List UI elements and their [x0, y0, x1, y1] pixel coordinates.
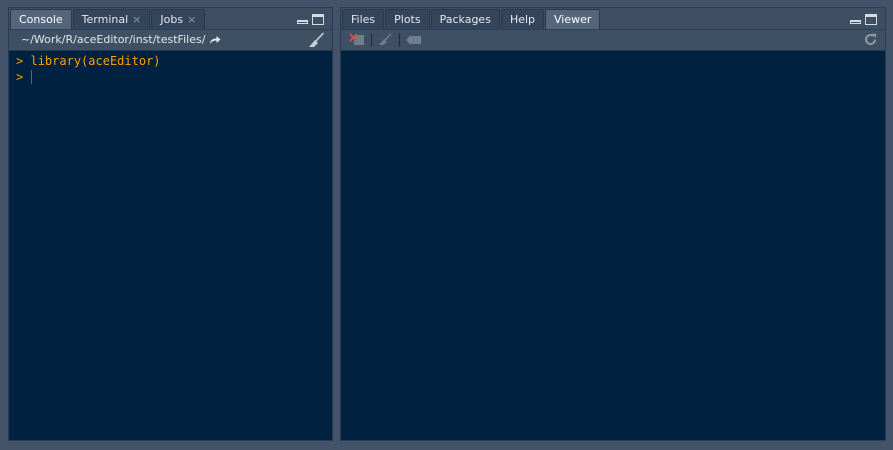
close-icon[interactable]: ×: [132, 13, 141, 26]
tab-label: Packages: [439, 13, 491, 26]
console-pane: Console Terminal × Jobs × ~/Work/R/aceEdit…: [8, 7, 333, 441]
tab-label: Jobs: [160, 13, 184, 26]
tab-label: Console: [19, 13, 63, 26]
tab-plots[interactable]: Plots: [385, 9, 430, 29]
tab-label: Terminal: [81, 13, 129, 26]
tab-help[interactable]: Help: [500, 9, 545, 29]
console-path-bar: ~/Work/R/aceEditor/inst/testFiles/: [9, 30, 332, 51]
go-to-directory-icon[interactable]: [209, 35, 221, 45]
tab-label: Plots: [394, 13, 421, 26]
clear-viewer-icon[interactable]: [377, 33, 393, 46]
export-icon[interactable]: [405, 33, 423, 46]
maximize-icon[interactable]: [312, 14, 324, 25]
working-directory-path: ~/Work/R/aceEditor/inst/testFiles/: [21, 33, 206, 46]
console-prompt: >: [16, 70, 24, 84]
tab-terminal[interactable]: Terminal ×: [72, 9, 151, 29]
console-pane-tabbar: Console Terminal × Jobs ×: [9, 8, 332, 30]
toolbar-separator: [371, 33, 372, 47]
tab-console[interactable]: Console: [10, 9, 72, 29]
tab-files[interactable]: Files: [342, 9, 385, 29]
viewer-pane-tabbar: Files Plots Packages Help Viewer: [341, 8, 885, 30]
tab-jobs[interactable]: Jobs ×: [151, 9, 206, 29]
tab-packages[interactable]: Packages: [430, 9, 500, 29]
viewer-toolbar: [341, 30, 885, 51]
toolbar-separator: [399, 33, 400, 47]
console-command: library(aceEditor): [30, 54, 161, 68]
clear-console-icon[interactable]: [308, 32, 325, 48]
tab-viewer[interactable]: Viewer: [545, 9, 601, 29]
viewer-pane: Files Plots Packages Help Viewer: [340, 7, 886, 441]
tab-label: Viewer: [554, 13, 592, 26]
console-line: > library(aceEditor): [16, 53, 326, 69]
refresh-icon[interactable]: [863, 32, 878, 47]
tab-label: Files: [351, 13, 376, 26]
tab-label: Help: [509, 13, 536, 26]
viewer-content[interactable]: [341, 51, 885, 440]
minimize-icon[interactable]: [297, 20, 308, 24]
console-prompt: >: [16, 54, 24, 68]
console-input-line[interactable]: >: [16, 69, 326, 85]
maximize-icon[interactable]: [865, 14, 877, 25]
close-icon[interactable]: ×: [187, 13, 196, 26]
console-output[interactable]: > library(aceEditor) >: [16, 53, 326, 85]
minimize-icon[interactable]: [850, 20, 861, 24]
remove-viewer-icon[interactable]: [349, 33, 365, 46]
text-cursor: [31, 70, 33, 84]
